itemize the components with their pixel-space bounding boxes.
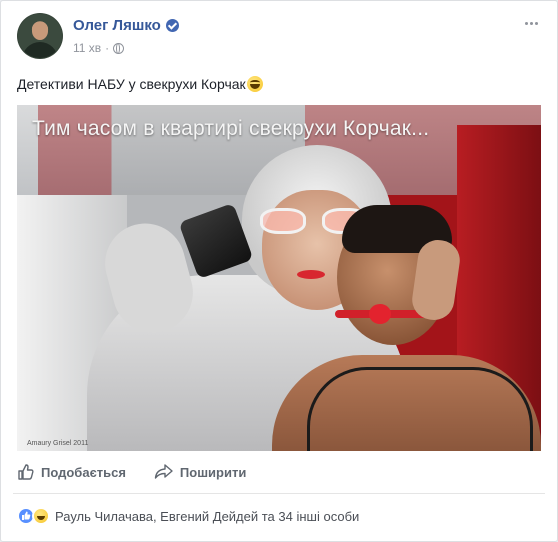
like-button-label: Подобається (41, 464, 126, 480)
image-lips (297, 270, 325, 279)
meta-separator: · (105, 41, 110, 55)
thumbs-up-icon (18, 464, 34, 480)
author-avatar[interactable] (17, 13, 63, 59)
image-gag-ball (369, 304, 391, 324)
post-text-content: Детективи НАБУ у свекрухи Корчак (17, 76, 246, 92)
post-card: Олег Ляшко 11 хв · Детективи НАБУ у свек… (0, 0, 558, 542)
share-button[interactable]: Поширити (154, 463, 246, 481)
image-caption: Тим часом в квартирі свекрухи Корчак... (32, 117, 430, 140)
post-meta: 11 хв · (73, 41, 125, 55)
like-button[interactable]: Подобається (17, 463, 126, 481)
more-options-icon[interactable] (521, 15, 541, 31)
reactions-summary[interactable]: Рауль Чилачава, Евгений Дейдей та 34 інш… (55, 509, 359, 524)
public-globe-icon[interactable] (113, 42, 125, 54)
image-straps (307, 367, 533, 451)
reactions-bar[interactable]: Рауль Чилачава, Евгений Дейдей та 34 інш… (17, 507, 359, 525)
post-timestamp[interactable]: 11 хв (73, 41, 101, 55)
author-name-link[interactable]: Олег Ляшко (73, 17, 161, 34)
verified-badge-icon (165, 19, 179, 32)
avatar-shoulders (22, 42, 58, 58)
share-button-label: Поширити (179, 464, 247, 480)
avatar-face (32, 22, 48, 40)
post-image[interactable]: Тим часом в квартирі свекрухи Корчак... … (17, 105, 541, 451)
reactions-divider (13, 493, 545, 494)
image-watermark: Amaury Grisel 2011 (27, 440, 89, 447)
author-name-row: Олег Ляшко (73, 17, 179, 34)
share-arrow-icon (154, 464, 173, 479)
haha-reaction-icon (32, 507, 50, 525)
post-header: Олег Ляшко 11 хв · (17, 13, 541, 61)
laughing-emoji-icon (246, 76, 263, 92)
post-actions: Подобається Поширити (17, 455, 541, 489)
post-text: Детективи НАБУ у свекрухи Корчак (17, 75, 263, 93)
